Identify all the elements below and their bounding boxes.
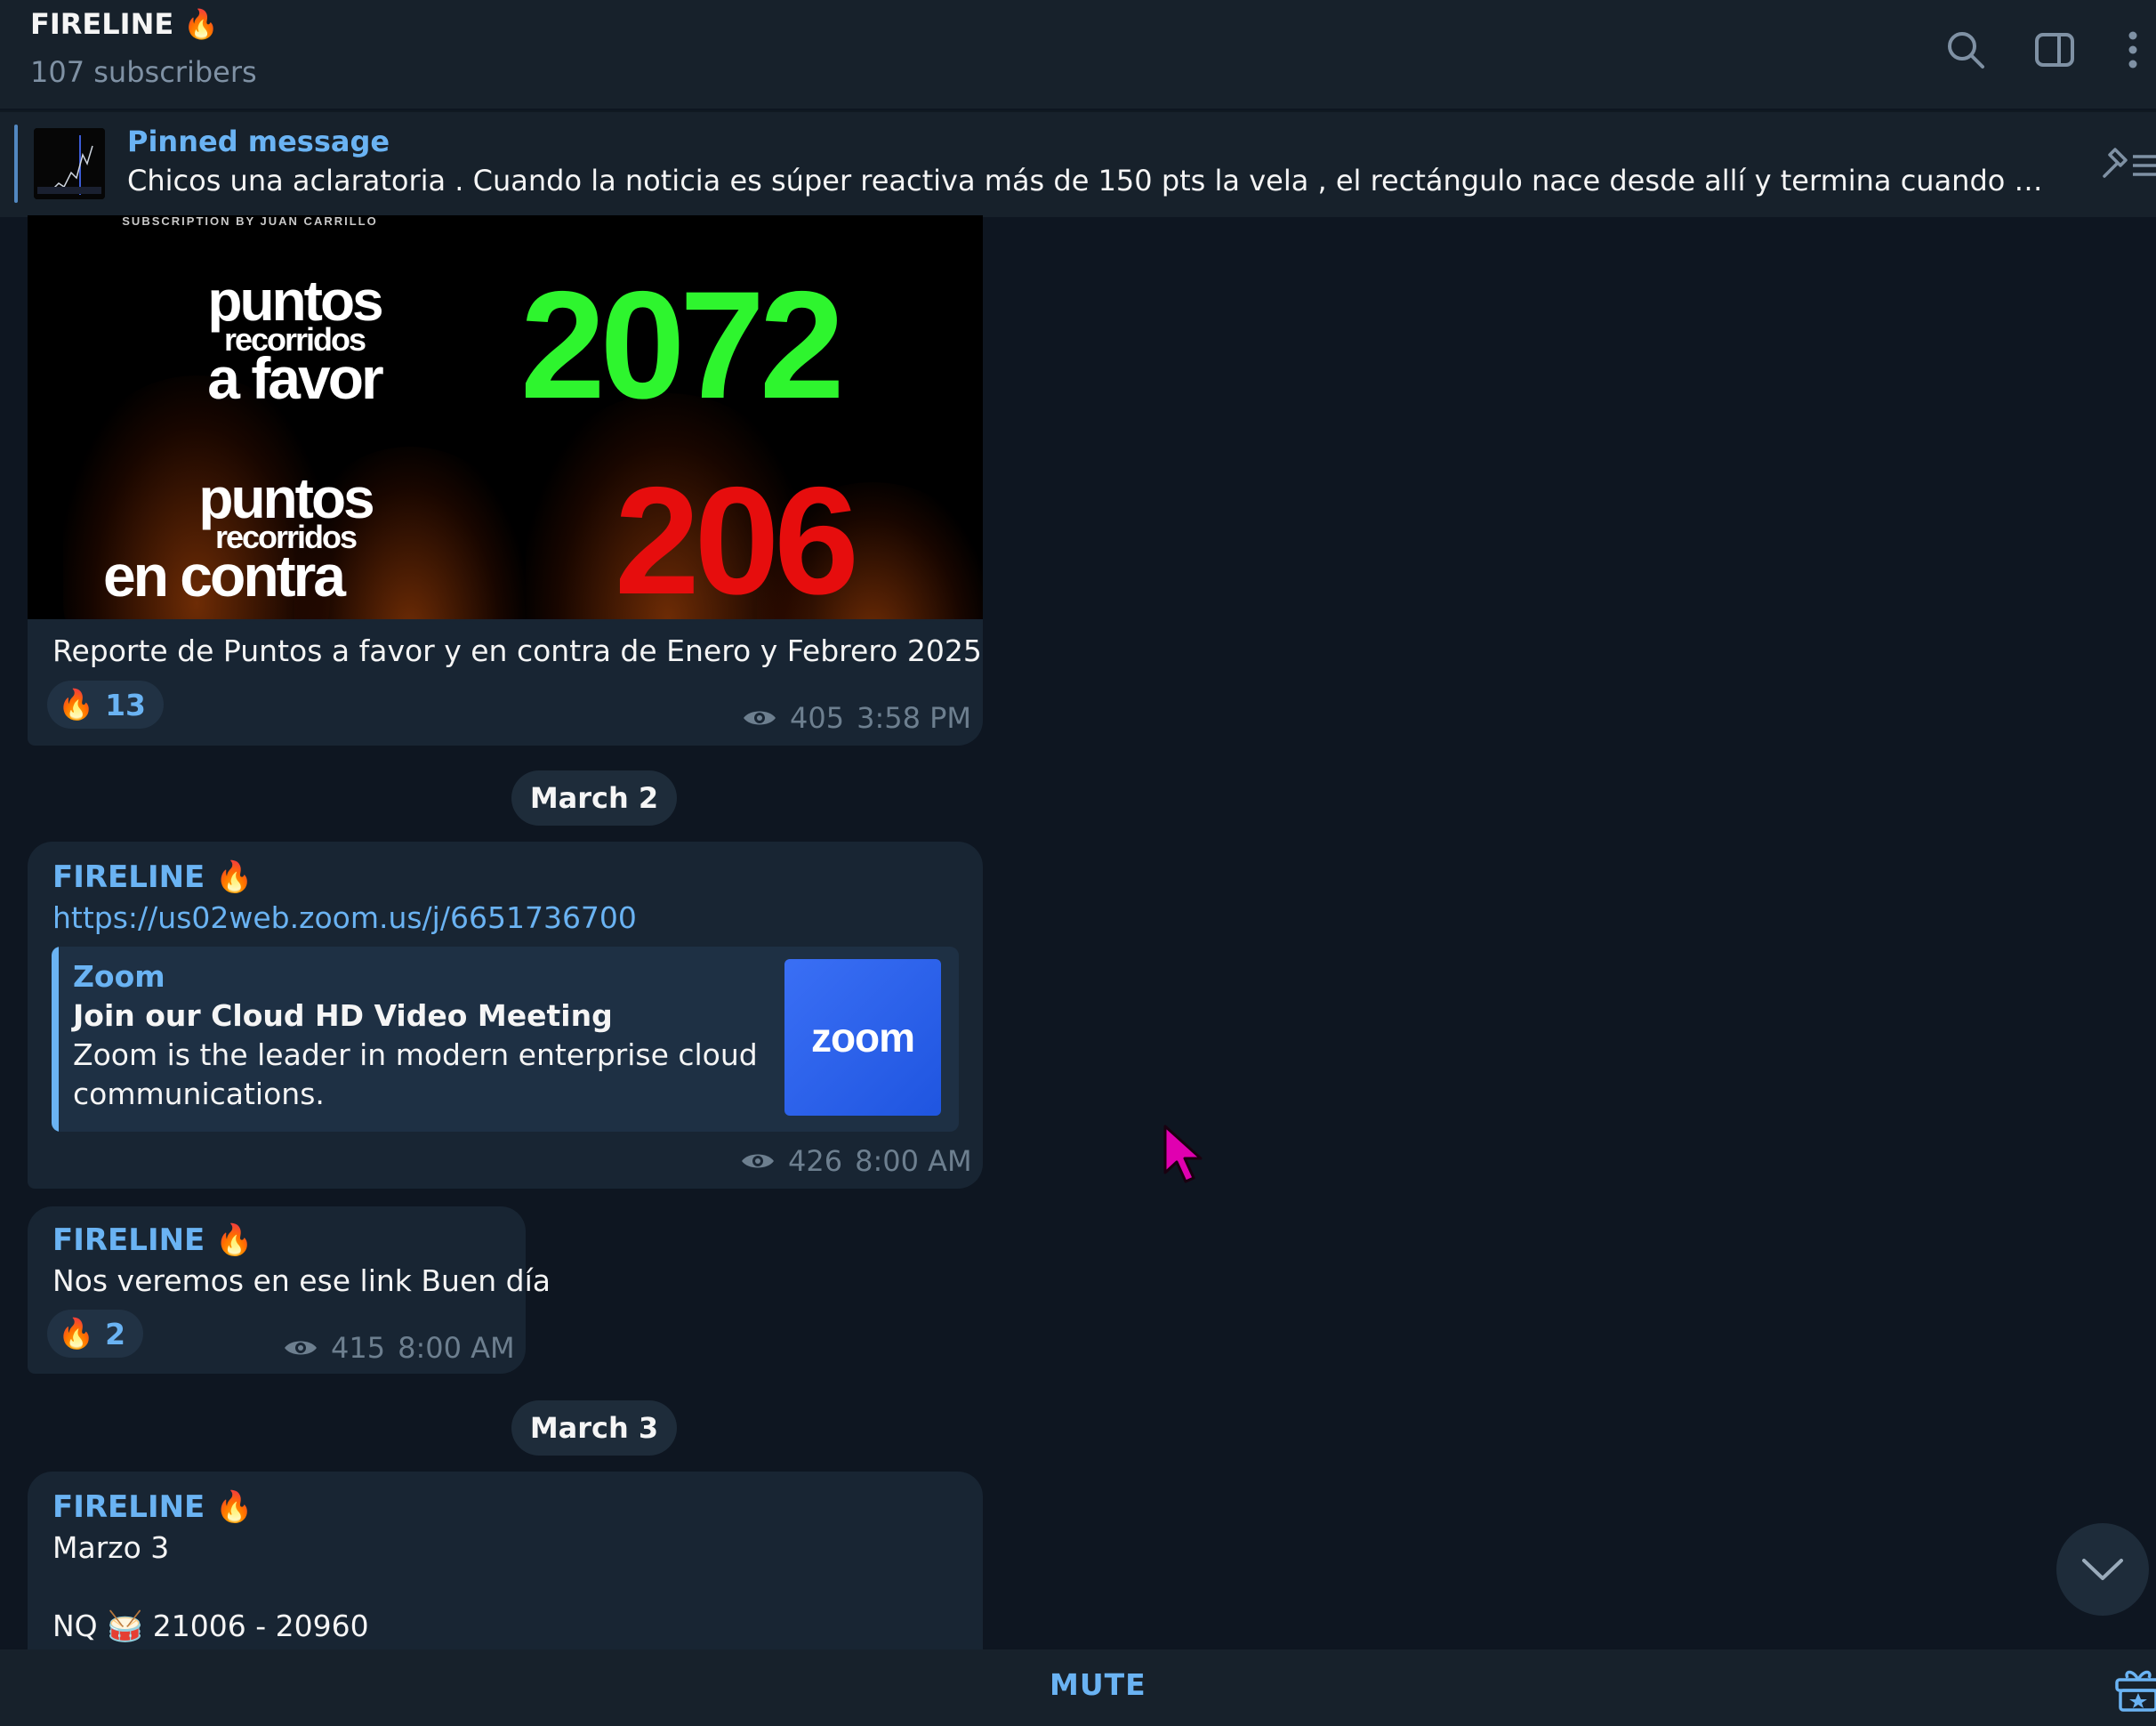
report-image[interactable]: SUBSCRIPTION BY JUAN CARRILLO puntos rec…	[28, 215, 983, 619]
view-count: 426	[788, 1144, 843, 1178]
message-meta: 405 3:58 PM	[742, 701, 971, 735]
message-line-1: Marzo 3	[52, 1530, 170, 1565]
views-eye-icon	[285, 1341, 317, 1355]
mute-button[interactable]: MUTE	[1050, 1667, 1146, 1702]
message-text: Nos veremos en ese link Buen día	[52, 1263, 551, 1298]
views-eye-icon	[744, 711, 776, 725]
gift-icon[interactable]	[2113, 1664, 2156, 1714]
sender-name[interactable]: FIRELINE 🔥	[52, 1489, 253, 1525]
scroll-down-button[interactable]	[2056, 1523, 2149, 1616]
contra-value: 206	[615, 456, 859, 619]
message-meta: 426 8:00 AM	[740, 1144, 972, 1178]
pinned-text: Chicos una aclaratoria . Cuando la notic…	[127, 164, 2048, 198]
favor-label-3: a favor	[207, 345, 383, 411]
subscriber-count: 107 subscribers	[30, 55, 257, 89]
pinned-message-bar[interactable]: Pinned message Chicos una aclaratoria . …	[0, 110, 2156, 217]
pinned-indicator	[14, 125, 18, 203]
message-line-2: NQ 🥁 21006 - 20960	[52, 1609, 369, 1643]
message-time: 8:00 AM	[398, 1331, 515, 1365]
date-separator: March 3	[511, 1400, 677, 1456]
chat-header: FIRELINE 🔥 107 subscribers	[0, 0, 2156, 109]
bottom-bar: MUTE	[0, 1649, 2156, 1726]
date-separator: March 2	[511, 770, 677, 826]
message-time: 8:00 AM	[855, 1144, 972, 1178]
reaction-fire[interactable]: 🔥 13	[47, 681, 165, 729]
preview-description-2: communications.	[73, 1077, 325, 1111]
contra-label-3: en contra	[102, 543, 346, 609]
poster-header-text: SUBSCRIPTION BY JUAN CARRILLO	[122, 215, 378, 228]
channel-title[interactable]: FIRELINE 🔥	[30, 7, 219, 41]
reaction-fire[interactable]: 🔥 2	[47, 1310, 144, 1358]
pinned-thumbnail	[34, 128, 105, 199]
preview-accent-bar	[52, 947, 59, 1132]
link-preview[interactable]: Zoom Join our Cloud HD Video Meeting Zoo…	[52, 947, 959, 1132]
view-count: 415	[331, 1331, 386, 1365]
preview-site: Zoom	[73, 959, 165, 994]
sender-name[interactable]: FIRELINE 🔥	[52, 859, 253, 895]
pinned-list-icon[interactable]	[2097, 137, 2156, 190]
sidebar-toggle-icon[interactable]	[2030, 25, 2080, 75]
reaction-count: 2	[105, 1316, 126, 1351]
message-meta: 415 8:00 AM	[283, 1331, 515, 1365]
fire-emoji: 🔥	[58, 687, 95, 722]
view-count: 405	[790, 701, 845, 735]
more-vertical-icon[interactable]	[2110, 25, 2156, 75]
fire-emoji: 🔥	[58, 1316, 95, 1351]
preview-title: Join our Cloud HD Video Meeting	[73, 998, 613, 1033]
favor-value: 2072	[520, 260, 845, 431]
views-eye-icon	[742, 1154, 774, 1168]
sender-name[interactable]: FIRELINE 🔥	[52, 1222, 253, 1258]
mouse-cursor	[1162, 1123, 1206, 1185]
preview-description-1: Zoom is the leader in modern enterprise …	[73, 1037, 758, 1072]
zoom-link[interactable]: https://us02web.zoom.us/j/6651736700	[52, 900, 637, 935]
zoom-logo: zoom	[784, 959, 941, 1116]
message-time: 3:58 PM	[857, 701, 972, 735]
report-caption: Reporte de Puntos a favor y en contra de…	[52, 633, 982, 668]
reaction-count: 13	[105, 687, 147, 722]
pinned-title: Pinned message	[127, 125, 390, 158]
chevron-down-icon	[2082, 1559, 2123, 1580]
search-icon[interactable]	[1941, 25, 1991, 75]
